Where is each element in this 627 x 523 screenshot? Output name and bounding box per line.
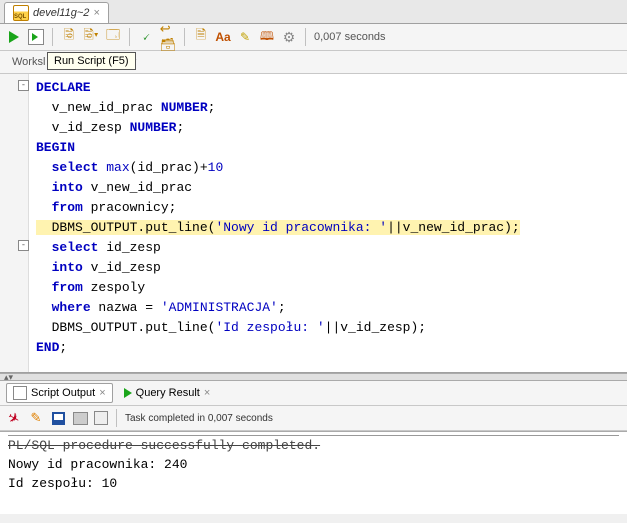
rollback-button[interactable]: ↩🗃 — [160, 29, 176, 45]
tab-script-output-label: Script Output — [31, 387, 95, 399]
tab-query-result[interactable]: Query Result × — [117, 384, 218, 402]
code-area[interactable]: DECLARE v_new_id_prac NUMBER; v_id_zesp … — [0, 74, 627, 362]
fold-toggle-icon[interactable]: - — [18, 80, 29, 91]
close-icon[interactable]: × — [93, 7, 99, 19]
run-statement-button[interactable] — [6, 29, 22, 45]
sql-editor[interactable]: - - DECLARE v_new_id_prac NUMBER; v_id_z… — [0, 74, 627, 373]
to-upper-button[interactable]: Aa — [215, 29, 231, 45]
splitter-handle[interactable]: ▴▾ — [0, 373, 627, 381]
script-output-area[interactable]: PL/SQL procedure successfully completed.… — [0, 431, 627, 514]
worksheet-tab[interactable]: Worksl — [6, 54, 51, 70]
tab-query-result-label: Query Result — [136, 387, 200, 399]
settings-button[interactable]: ⚙ — [281, 29, 297, 45]
output-line: Nowy id pracownika: 240 — [8, 455, 619, 474]
commit-button[interactable]: 🗸 — [138, 29, 154, 45]
explain-plan-button[interactable]: 🗟 — [61, 29, 77, 45]
output-line: Id zespołu: 10 — [8, 474, 619, 493]
main-toolbar: 🗟 🗟▾ 🗔 🗸 ↩🗃 🗎 Aa ✎ 🕮 ⚙ 0,007 seconds — [0, 24, 627, 51]
connection-tab[interactable]: devel11g~2 × — [4, 2, 109, 23]
close-icon[interactable]: × — [99, 387, 105, 399]
output-line: PL/SQL procedure successfully completed. — [8, 435, 619, 455]
unshared-worksheet-button[interactable]: 🗎 — [193, 29, 209, 45]
run-script-button[interactable] — [28, 29, 44, 45]
tab-script-output[interactable]: Script Output × — [6, 383, 113, 403]
clear-button[interactable]: ✎ — [237, 29, 253, 45]
script-output-icon — [13, 386, 27, 400]
pin-icon[interactable]: ✈ — [3, 407, 25, 429]
output-toolbar: ✈ ✎ Task completed in 0,007 seconds — [0, 406, 627, 431]
sql-history-button[interactable]: 🕮 — [259, 29, 275, 45]
clear-output-button[interactable]: ✎ — [28, 410, 44, 426]
gutter: - - — [0, 74, 29, 372]
close-icon[interactable]: × — [204, 387, 210, 399]
run-script-tooltip: Run Script (F5) — [47, 52, 136, 70]
fold-toggle-icon[interactable]: - — [18, 240, 29, 251]
sql-file-icon — [13, 5, 29, 21]
save-output-button[interactable] — [50, 410, 66, 426]
sql-tuning-button[interactable]: 🗔 — [105, 29, 121, 45]
elapsed-time-label: 0,007 seconds — [314, 31, 386, 43]
connection-tab-label: devel11g~2 — [33, 7, 89, 19]
output-status-label: Task completed in 0,007 seconds — [125, 413, 273, 424]
output-tab-bar: Script Output × Query Result × — [0, 381, 627, 406]
print-output-button[interactable] — [72, 410, 88, 426]
query-result-icon — [124, 388, 132, 398]
output-settings-button[interactable] — [94, 411, 108, 425]
autotrace-button[interactable]: 🗟▾ — [83, 29, 99, 45]
